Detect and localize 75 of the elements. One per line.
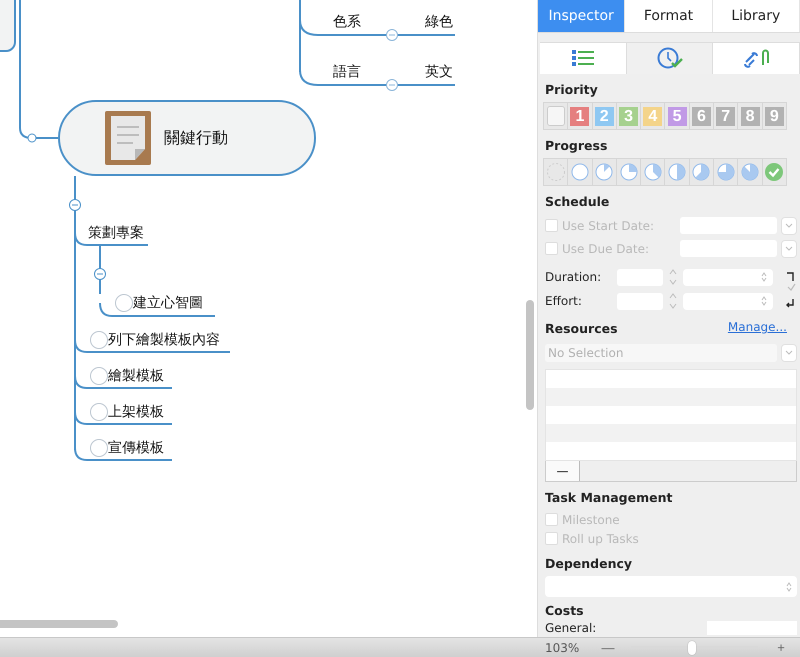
attribute-name[interactable]: 色系 xyxy=(333,12,361,32)
section-heading: Task Management xyxy=(545,490,674,505)
link-attachment-icon xyxy=(742,48,770,68)
section-heading: Resources xyxy=(545,321,618,336)
attribute-name[interactable]: 語言 xyxy=(333,62,361,82)
task-checkbox[interactable] xyxy=(90,367,108,385)
no-progress-icon xyxy=(546,162,566,182)
collapse-icon[interactable] xyxy=(69,199,81,211)
dropdown-button[interactable] xyxy=(781,216,797,234)
vertical-scrollbar[interactable] xyxy=(526,300,534,410)
task-checkbox[interactable] xyxy=(90,331,108,349)
priority-button[interactable] xyxy=(543,102,568,130)
topic-label[interactable]: 建立心智圖 xyxy=(133,293,203,313)
zoom-percentage: 103% xyxy=(545,640,580,654)
unit-dropdown[interactable] xyxy=(683,268,773,286)
stepper-icon[interactable] xyxy=(668,291,678,311)
zoom-in-button[interactable]: + xyxy=(772,640,790,655)
chevron-down-icon xyxy=(785,350,793,355)
progress-button[interactable] xyxy=(616,158,642,186)
collapse-icon[interactable] xyxy=(94,268,106,280)
field-label: Effort: xyxy=(545,294,583,308)
progress-button[interactable] xyxy=(664,158,690,186)
progress-button[interactable] xyxy=(688,158,714,186)
up-down-chevron-icon xyxy=(761,296,767,306)
document-icon xyxy=(105,111,151,165)
progress-button[interactable] xyxy=(713,158,738,186)
progress-button[interactable] xyxy=(737,158,763,186)
chevron-down-icon xyxy=(785,223,793,228)
dependency-dropdown[interactable] xyxy=(545,576,797,597)
section-heading: Schedule xyxy=(545,194,610,209)
clock-check-icon xyxy=(656,47,682,70)
field-label: Duration: xyxy=(545,270,602,284)
list-icon xyxy=(572,50,594,66)
attribute-value[interactable]: 綠色 xyxy=(425,12,453,32)
task-checkbox[interactable] xyxy=(115,294,133,312)
central-topic-title: 關鍵行動 xyxy=(164,128,228,148)
zoom-out-button[interactable]: — xyxy=(599,640,617,655)
topic-label[interactable]: 列下繪製模板內容 xyxy=(108,330,220,350)
field-label: General: xyxy=(545,621,598,635)
connection-point-icon xyxy=(28,134,36,142)
progress-button[interactable] xyxy=(762,158,787,186)
horizontal-scrollbar[interactable] xyxy=(0,620,118,628)
chevron-down-icon xyxy=(785,246,793,251)
section-heading: Progress xyxy=(545,138,608,153)
section-heading: Priority xyxy=(545,82,599,97)
manage-link[interactable]: Manage... xyxy=(728,320,787,334)
inspector-subtab[interactable] xyxy=(713,42,800,74)
topic-label[interactable]: 繪製模板 xyxy=(108,366,164,386)
inspector-subtab[interactable] xyxy=(540,42,627,74)
unit-dropdown[interactable] xyxy=(683,292,773,310)
progress-button[interactable] xyxy=(567,158,593,186)
central-topic-node[interactable]: 關鍵行動 xyxy=(58,100,316,176)
task-checkbox[interactable] xyxy=(90,439,108,457)
task-checkbox[interactable] xyxy=(90,403,108,421)
collapse-icon[interactable] xyxy=(386,79,398,91)
topic-label[interactable]: 宣傳模板 xyxy=(108,438,164,458)
attribute-value[interactable]: 英文 xyxy=(425,62,453,82)
up-down-chevron-icon xyxy=(761,272,767,282)
dropdown-button[interactable] xyxy=(781,240,797,258)
topic-label[interactable]: 策劃專案 xyxy=(88,223,144,243)
topic-label[interactable]: 上架模板 xyxy=(108,402,164,422)
section-heading: Costs xyxy=(545,603,585,618)
slider-thumb[interactable] xyxy=(688,640,696,654)
section-heading: Dependency xyxy=(545,556,634,571)
progress-button[interactable] xyxy=(543,158,568,186)
stepper-icon[interactable] xyxy=(668,267,678,287)
up-down-chevron-icon xyxy=(786,582,792,592)
resource-list[interactable] xyxy=(545,369,797,461)
dropdown-button[interactable] xyxy=(781,344,797,362)
progress-button[interactable] xyxy=(640,158,666,186)
progress-button[interactable] xyxy=(592,158,617,186)
no-priority-icon xyxy=(546,106,565,126)
check-circle-icon xyxy=(764,162,784,182)
remove-button[interactable]: — xyxy=(546,461,580,481)
collapse-icon[interactable] xyxy=(386,29,398,41)
